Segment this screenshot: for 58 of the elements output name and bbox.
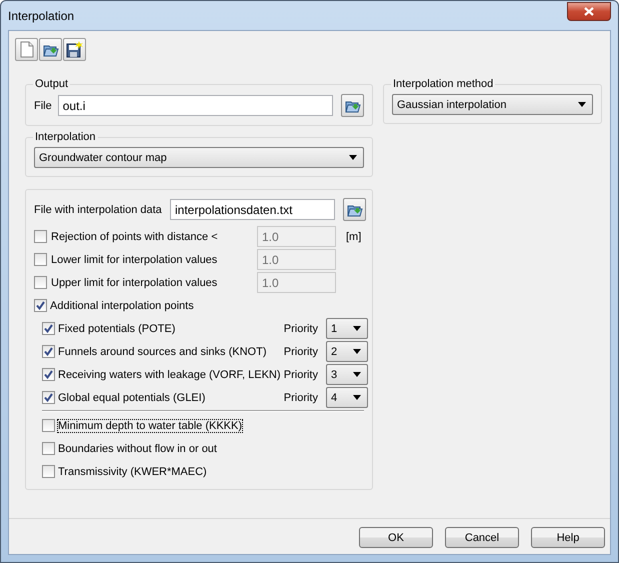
dropdown-caret-icon [349,155,357,160]
dialog-button[interactable]: OK [359,527,433,548]
unit-label: [m] [346,230,362,242]
checkbox-label: Boundaries without flow in or out [58,442,217,454]
priority-label: Priority [284,322,318,334]
dropdown-caret-icon [353,349,361,354]
browse-button[interactable] [343,198,366,221]
dialog-button[interactable]: Cancel [445,527,519,548]
checkbox[interactable] [42,465,55,478]
folder-icon [344,98,360,112]
close-icon [584,6,594,16]
data-file-field[interactable]: interpolationsdaten.txt [170,199,335,220]
dropdown-caret-icon [353,395,361,400]
priority-dropdown[interactable]: 2 [326,341,368,362]
dialog-button[interactable]: Help [531,527,605,548]
checkbox[interactable] [42,322,55,335]
file-field[interactable]: out.i [58,95,333,116]
checkbox-label: Upper limit for interpolation values [51,276,218,288]
checkbox[interactable] [34,299,47,312]
priority-dropdown[interactable]: 4 [326,387,368,408]
checkbox-label: Additional interpolation points [50,300,194,312]
toolbar-button[interactable] [63,38,86,61]
group-title: Interpolation method [392,78,494,90]
checkbox-label: Transmissivity (KWER*MAEC) [58,466,207,478]
dropdown-caret-icon [578,102,586,107]
dropdown-caret-icon [353,372,361,377]
checkbox-label: Funnels around sources and sinks (KNOT) [58,346,266,358]
dropdown-caret-icon [353,326,361,331]
priority-label: Priority [284,368,318,380]
method-dropdown[interactable]: Gaussian interpolation [392,94,593,115]
folder-icon [346,202,362,216]
close-button[interactable] [567,2,611,20]
checkbox[interactable] [42,391,55,404]
checkbox-label: Rejection of points with distance < [51,230,219,242]
save-icon [66,41,83,58]
checkbox[interactable] [42,368,55,381]
checkbox-label: Lower limit for interpolation values [51,254,218,266]
priority-dropdown[interactable]: 3 [326,364,368,385]
field-label: File [34,100,52,112]
toolbar-button[interactable] [39,38,62,61]
priority-label: Priority [284,392,318,404]
checkbox-label: Minimum depth to water table (KKKK) [58,420,242,432]
browse-button[interactable] [341,94,364,117]
window-title: Interpolation [8,8,74,22]
priority-label: Priority [284,346,318,358]
checkbox[interactable] [42,345,55,358]
checkbox-label: Receiving waters with leakage (VORF, LEKN) [58,368,281,380]
interpolation-dropdown[interactable]: Groundwater contour map [34,147,364,168]
checkbox-label: Fixed potentials (POTE) [58,322,176,334]
checkbox[interactable] [42,419,55,432]
checkbox-label: Global equal potentials (GLEI) [58,392,206,404]
group-title: Output [34,78,70,90]
priority-dropdown[interactable]: 1 [326,318,368,339]
group-title: Interpolation [34,131,97,143]
checkbox[interactable] [42,442,55,455]
field-label: File with interpolation data [34,204,163,216]
open-folder-icon [42,42,58,56]
new-document-icon [20,41,34,58]
